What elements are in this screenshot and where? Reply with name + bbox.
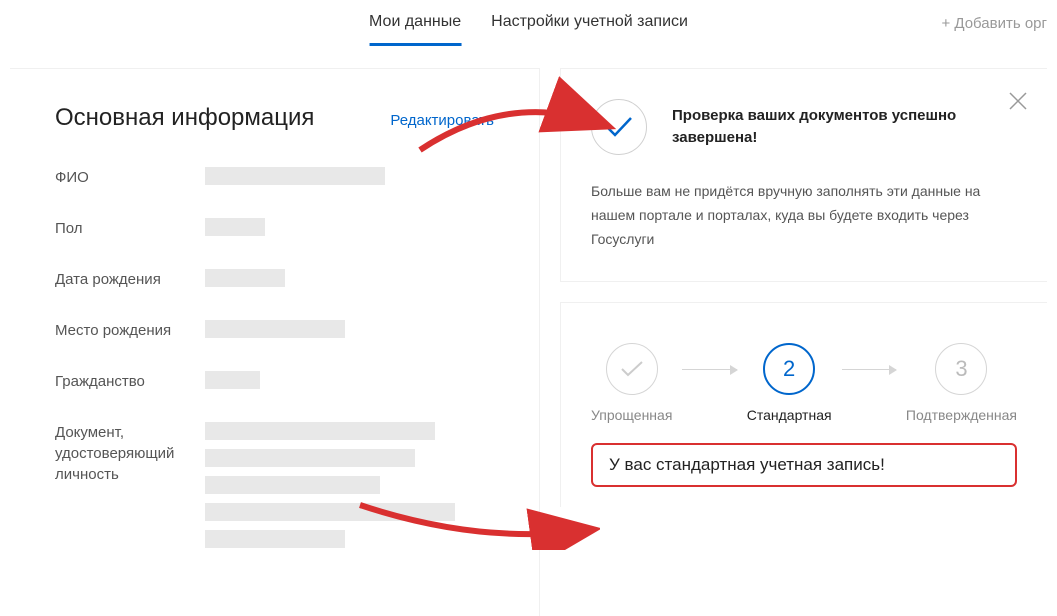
step-simplified: Упрощенная bbox=[591, 343, 672, 423]
notification-body: Больше вам не придётся вручную заполнять… bbox=[591, 180, 1007, 251]
label-fio: ФИО bbox=[55, 167, 205, 188]
notification-card: Проверка ваших документов успешно заверш… bbox=[560, 68, 1047, 282]
add-organization-link[interactable]: + Добавить орг bbox=[941, 15, 1047, 32]
close-icon[interactable] bbox=[1009, 89, 1027, 117]
label-birth-place: Место рождения bbox=[55, 320, 205, 341]
arrow-icon bbox=[682, 369, 736, 370]
row-birth-date: Дата рождения bbox=[55, 269, 494, 296]
account-status-message: У вас стандартная учетная запись! bbox=[591, 443, 1017, 487]
step2-label: Стандартная bbox=[747, 407, 832, 423]
step-standard: 2 Стандартная bbox=[747, 343, 832, 423]
label-gender: Пол bbox=[55, 218, 205, 239]
row-birth-place: Место рождения bbox=[55, 320, 494, 347]
tab-account-settings[interactable]: Настройки учетной записи bbox=[491, 1, 688, 46]
notification-title: Проверка ваших документов успешно заверш… bbox=[672, 105, 1007, 150]
step1-label: Упрощенная bbox=[591, 407, 672, 423]
row-identity-doc: Документ, удостоверяющий личность bbox=[55, 422, 494, 557]
arrow-icon bbox=[842, 369, 896, 370]
edit-link[interactable]: Редактировать bbox=[390, 112, 494, 129]
step3-label: Подтвержденная bbox=[906, 407, 1017, 423]
section-title: Основная информация bbox=[55, 104, 314, 132]
step1-circle-icon bbox=[606, 343, 658, 395]
step3-circle-icon: 3 bbox=[935, 343, 987, 395]
step2-circle-icon: 2 bbox=[763, 343, 815, 395]
step-confirmed: 3 Подтвержденная bbox=[906, 343, 1017, 423]
main-info-panel: Основная информация Редактировать ФИО По… bbox=[10, 68, 540, 616]
label-citizenship: Гражданство bbox=[55, 371, 205, 392]
check-circle-icon bbox=[591, 99, 647, 155]
tab-my-data[interactable]: Мои данные bbox=[369, 1, 461, 46]
row-gender: Пол bbox=[55, 218, 494, 245]
label-birth-date: Дата рождения bbox=[55, 269, 205, 290]
label-identity-doc: Документ, удостоверяющий личность bbox=[55, 422, 205, 485]
row-fio: ФИО bbox=[55, 167, 494, 194]
row-citizenship: Гражданство bbox=[55, 371, 494, 398]
account-level-card: Упрощенная 2 Стандартная 3 Подтвержденна… bbox=[560, 302, 1047, 507]
tabs-bar: Мои данные Настройки учетной записи + До… bbox=[0, 0, 1057, 48]
